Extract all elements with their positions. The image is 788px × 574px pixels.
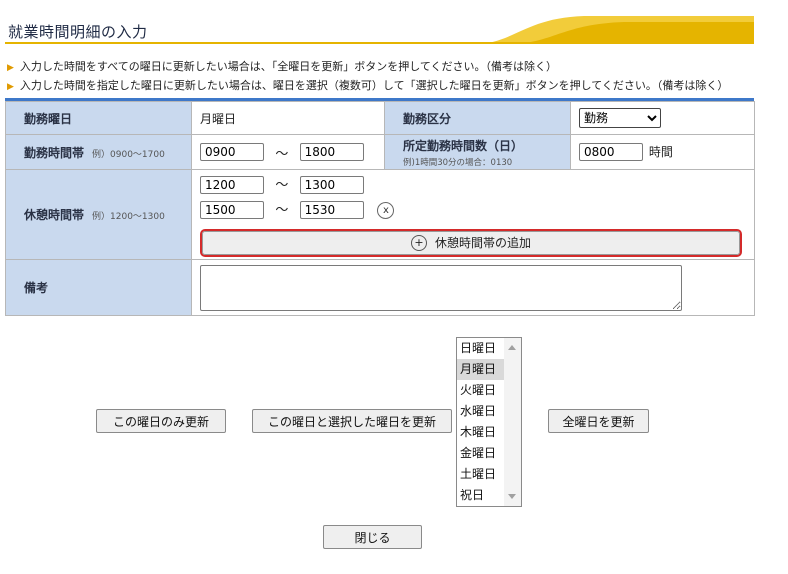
break-start-input[interactable] [200,176,264,194]
worktime-end-input[interactable] [299,143,364,161]
close-button[interactable]: 閉じる [323,525,422,549]
instruction-note: ▶ 入力した時間を指定した曜日に更新したい場合は、曜日を選択（複数可）して「選択し… [7,77,728,93]
weekday-option[interactable]: 水曜日 [457,401,504,422]
prescribed-hours-label: 所定勤務時間数（日） 例)1時間30分の場合：0130 [384,134,571,170]
weekday-listbox[interactable]: 日曜日 月曜日 火曜日 水曜日 木曜日 金曜日 土曜日 祝日 [456,337,522,507]
remove-break-button[interactable]: x [377,201,395,219]
triangle-bullet-icon: ▶ [7,82,14,92]
title-bar: 就業時間明細の入力 [5,12,754,44]
title-underline [5,42,754,44]
instruction-note: ▶ 入力した時間をすべての曜日に更新したい場合は、「全曜日を更新」ボタンを押してく… [7,58,557,74]
weekday-option[interactable]: 祝日 [457,485,504,506]
worktime-label: 勤務時間帯 例）0900～1700 [5,134,192,170]
tilde-separator: ～ [275,177,289,193]
break-row: ～ [200,173,754,198]
break-end-input[interactable] [299,201,364,219]
weekday-option[interactable]: 金曜日 [457,443,504,464]
update-all-days-button[interactable]: 全曜日を更新 [548,409,649,433]
worktime-start-input[interactable] [200,143,264,161]
weekday-option-selected[interactable]: 月曜日 [457,359,504,380]
hours-unit: 時間 [648,144,673,159]
tilde-separator: ～ [275,202,289,218]
break-label: 休憩時間帯 例）1200～1300 [5,169,192,260]
triangle-bullet-icon: ▶ [7,63,14,73]
listbox-scrollbar[interactable] [504,338,521,506]
note-text: 入力した時間をすべての曜日に更新したい場合は、「全曜日を更新」ボタンを押してくだ… [19,60,558,73]
weekday-option[interactable]: 日曜日 [457,338,504,359]
prescribed-hours-input[interactable] [579,143,643,162]
title-decoration [474,16,754,44]
kubun-label: 勤務区分 [384,101,571,135]
tilde-separator: ～ [275,146,289,162]
workday-value: 月曜日 [191,101,385,135]
work-time-form: 勤務曜日 月曜日 勤務区分 勤務 勤務時間帯例）0900～1700 ～ 所定勤務… [5,101,755,316]
plus-circle-icon: + [410,234,427,251]
add-break-button[interactable]: + 休憩時間帯の追加 [202,230,740,255]
workday-label: 勤務曜日 [5,101,192,135]
weekday-option[interactable]: 土曜日 [457,464,504,485]
remarks-label: 備考 [5,259,192,316]
note-text: 入力した時間を指定した曜日に更新したい場合は、曜日を選択（複数可）して「選択した… [19,79,729,92]
break-start-input[interactable] [200,201,264,219]
add-break-label: 休憩時間帯の追加 [434,236,531,250]
weekday-option[interactable]: 木曜日 [457,422,504,443]
break-end-input[interactable] [299,176,364,194]
scroll-down-icon[interactable] [508,494,516,499]
add-break-highlight: + 休憩時間帯の追加 [200,228,742,257]
break-row: ～ x [200,198,754,223]
update-this-day-button[interactable]: この曜日のみ更新 [96,409,226,433]
update-selected-days-button[interactable]: この曜日と選択した曜日を更新 [252,409,452,433]
page-title: 就業時間明細の入力 [8,23,148,41]
weekday-option[interactable]: 火曜日 [457,380,504,401]
remarks-textarea[interactable] [200,264,682,311]
scroll-up-icon[interactable] [508,345,516,350]
kubun-select[interactable]: 勤務 [579,108,661,128]
